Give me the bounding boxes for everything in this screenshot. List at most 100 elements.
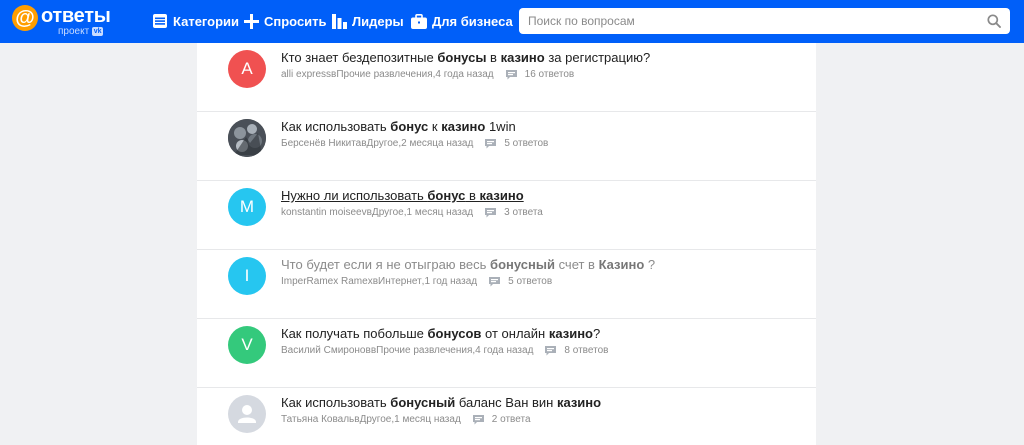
question-title[interactable]: Как получать побольше бонусов от онлайн … [281,326,600,341]
answers-count-label: 3 ответа [504,207,543,218]
title-keyword: бонус [390,119,429,134]
comment-icon [485,138,497,148]
category-link[interactable]: Другое [367,138,399,149]
avatar[interactable]: I [228,257,266,295]
question-time: 1 год назад [424,276,478,287]
category-link[interactable]: Другое [360,414,392,425]
answers-count[interactable]: 8 ответов [545,345,608,356]
answers-count-label: 16 ответов [524,69,575,80]
nav-business[interactable]: Для бизнеса [411,11,513,31]
category-link[interactable]: Интернет [378,276,422,287]
title-keyword: казино [479,188,524,203]
question-meta: Василий Смиронов в Прочие развлечения, 4… [281,345,608,356]
author-name[interactable]: Берсенёв Никита [281,138,361,149]
answers-count[interactable]: 5 ответов [489,276,552,287]
question-row[interactable]: A Кто знает бездепозитные бонусы в казин… [197,43,816,112]
title-keyword: казино [548,326,593,341]
title-text: в [465,188,480,203]
title-text: Кто знает бездепозитные [281,50,438,65]
title-text: счет в [554,257,599,272]
nav-categories[interactable]: Категории [152,11,239,31]
logo-subtitle: проект vk [58,26,104,37]
question-title[interactable]: Что будет если я не отыграю весь бонусны… [281,257,655,272]
avatar[interactable]: V [228,326,266,364]
author-name[interactable]: Татьяна Коваль [281,414,354,425]
question-title[interactable]: Нужно ли использовать бонус в казино [281,188,524,203]
title-text: Как использовать [281,395,391,410]
author-name[interactable]: konstantin moiseev [281,207,367,218]
question-time: 2 месяца назад [401,138,474,149]
title-text: от онлайн [481,326,549,341]
title-text: за регистрацию? [544,50,651,65]
title-keyword: бонусов [427,326,482,341]
title-keyword: бонусы [437,50,487,65]
question-row[interactable]: V Как получать побольше бонусов от онлай… [197,319,816,388]
answers-count-label: 5 ответов [508,276,553,287]
question-time: 4 года назад [435,69,494,80]
answers-count[interactable]: 5 ответов [485,138,548,149]
top-navigation-bar: @ ответы проект vk Категории Спросить Ли… [0,0,1024,43]
vk-badge: vk [92,27,104,36]
author-name[interactable]: Василий Смиронов [281,345,371,356]
question-title[interactable]: Кто знает бездепозитные бонусы в казино … [281,50,650,65]
question-row[interactable]: Как использовать бонусный баланс Ван вин… [197,388,816,445]
search-icon[interactable] [987,14,1001,28]
title-keyword: бонус [427,188,466,203]
avatar[interactable] [228,119,266,157]
user-photo-icon [228,119,266,157]
title-keyword: бонусный [490,257,555,272]
question-meta: konstantin moiseev в Другое, 1 месяц наз… [281,207,543,218]
author-name[interactable]: alli express [281,69,331,80]
title-text: Что будет если я не отыграю весь [281,257,491,272]
title-text: Как получать побольше [281,326,428,341]
questions-list: A Кто знает бездепозитные бонусы в казин… [197,43,816,445]
avatar[interactable]: A [228,50,266,88]
otvety-logo[interactable]: @ ответы проект vk [12,5,112,39]
title-keyword: казино [556,395,602,410]
answers-count-label: 5 ответов [504,138,549,149]
title-text: Нужно ли использовать [281,188,428,203]
question-title[interactable]: Как использовать бонусный баланс Ван вин… [281,395,601,410]
comment-icon [472,414,484,424]
title-keyword: казино [500,50,545,65]
title-text: ? [593,326,601,341]
title-keyword: Казино [598,257,645,272]
default-user-icon [238,405,256,423]
question-row[interactable]: Как использовать бонус к казино 1win Бер… [197,112,816,181]
question-row[interactable]: M Нужно ли использовать бонус в казино k… [197,181,816,250]
search-input[interactable] [519,8,979,34]
plus-icon [244,13,259,29]
nav-leaders[interactable]: Лидеры [332,11,404,31]
title-keyword: бонусный [390,395,456,410]
logo-sub-text: проект [58,26,90,37]
title-text: в [486,50,501,65]
comment-icon [485,207,497,217]
answers-count[interactable]: 3 ответа [485,207,543,218]
nav-business-label: Для бизнеса [432,13,513,29]
title-text: 1win [485,119,516,134]
question-meta: alli express в Прочие развлечения, 4 год… [281,69,574,80]
briefcase-icon [411,13,427,29]
category-link[interactable]: Другое [372,207,404,218]
answers-count-label: 2 ответа [491,414,531,425]
question-meta: Татьяна Коваль в Другое, 1 месяц назад 2… [281,414,531,425]
question-title[interactable]: Как использовать бонус к казино 1win [281,119,516,134]
nav-categories-label: Категории [173,13,240,29]
nav-ask[interactable]: Спросить [244,11,327,31]
title-text: ? [644,257,656,272]
category-link[interactable]: Прочие развлечения [376,345,472,356]
answers-count[interactable]: 2 ответа [472,414,531,425]
question-time: 1 месяц назад [406,207,474,218]
comment-icon [489,276,501,286]
author-name[interactable]: ImperRamex Ramex [281,276,373,287]
avatar[interactable]: M [228,188,266,226]
search-box [519,8,1010,34]
question-time: 4 года назад [475,345,534,356]
title-keyword: казино [441,119,486,134]
nav-leaders-label: Лидеры [352,13,404,29]
avatar[interactable] [228,395,266,433]
category-link[interactable]: Прочие развлечения [336,69,432,80]
question-meta: Берсенёв Никита в Другое, 2 месяца назад… [281,138,548,149]
question-row[interactable]: I Что будет если я не отыграю весь бонус… [197,250,816,319]
answers-count[interactable]: 16 ответов [505,69,575,80]
